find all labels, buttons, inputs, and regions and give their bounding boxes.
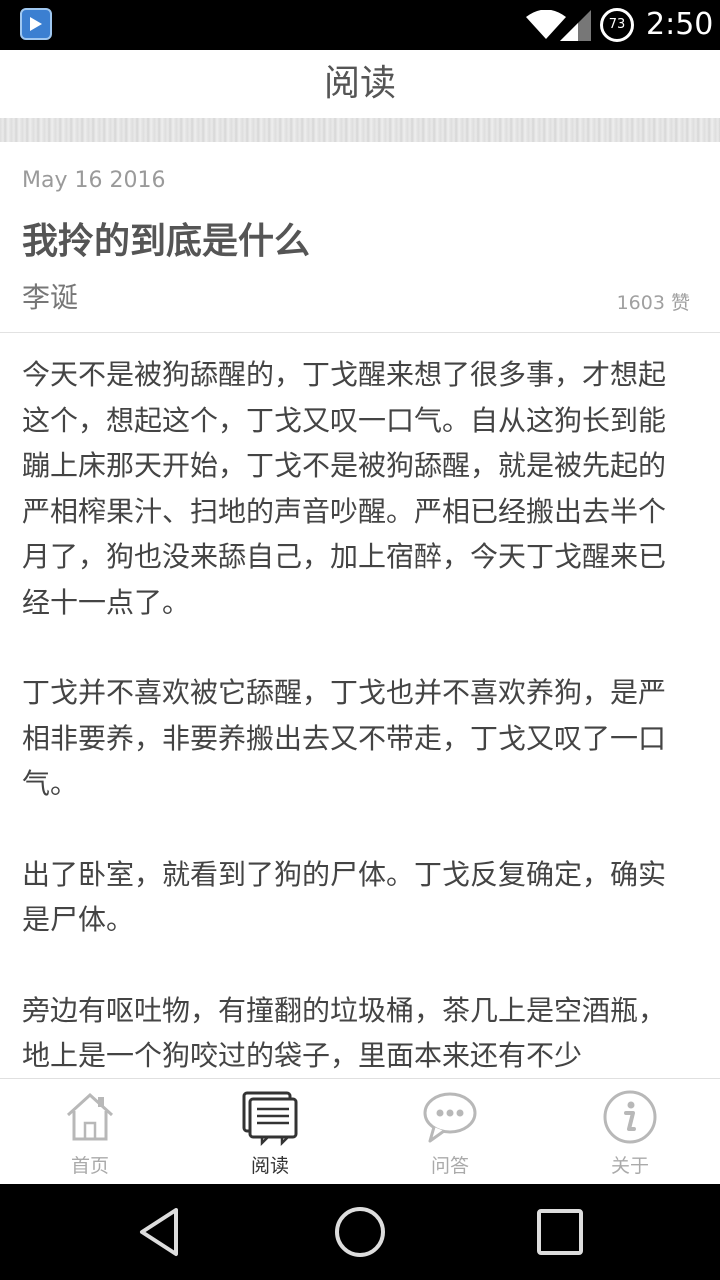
reading-icon xyxy=(242,1091,298,1147)
article-meta: May 16 2016 我拎的到底是什么 李诞 1603 赞 xyxy=(0,142,720,333)
page-title: 阅读 xyxy=(323,63,396,104)
header-divider xyxy=(0,118,720,142)
status-bar: 73 2:50 xyxy=(0,0,720,50)
article-title: 我拎的到底是什么 xyxy=(22,221,311,262)
nav-item-about[interactable]: 关于 xyxy=(540,1079,720,1185)
nav-item-qa[interactable]: 问答 xyxy=(360,1079,540,1185)
recents-icon[interactable] xyxy=(532,1204,588,1260)
app-header: 阅读 xyxy=(0,50,720,118)
article-paragraph: 旁边有呕吐物，有撞翻的垃圾桶，茶几上是空酒瓶，地上是一个狗咬过的袋子，里面本来还… xyxy=(22,993,667,1073)
home-icon xyxy=(66,1092,114,1141)
nav-item-reading[interactable]: 阅读 xyxy=(180,1079,360,1185)
nav-label: 关于 xyxy=(610,1155,649,1177)
nav-label: 阅读 xyxy=(250,1155,289,1177)
article-paragraph: 丁戈并不喜欢被它舔醒，丁戈也并不喜欢养狗，是严相非要养，非要养搬出去又不带走，丁… xyxy=(22,676,667,800)
back-icon[interactable] xyxy=(132,1204,188,1260)
bottom-nav: 首页 阅读 问答 关于 xyxy=(0,1078,720,1185)
article-paragraph: 出了卧室，就看到了狗的尸体。丁戈反复确定，确实是尸体。 xyxy=(22,857,667,937)
system-nav-bar xyxy=(0,1184,720,1280)
article-paragraph: 今天不是被狗舔醒的，丁戈醒来想了很多事，才想起这个，想起这个，丁戈又叹一口气。自… xyxy=(22,358,667,619)
article-date: May 16 2016 xyxy=(22,168,166,193)
home-button-icon[interactable] xyxy=(332,1204,388,1260)
nav-label: 问答 xyxy=(430,1155,469,1177)
info-icon xyxy=(603,1090,657,1144)
nav-item-home[interactable]: 首页 xyxy=(0,1079,180,1185)
status-time: 2:50 xyxy=(646,7,714,42)
article-body[interactable]: 今天不是被狗舔醒的，丁戈醒来想了很多事，才想起这个，想起这个，丁戈又叹一口气。自… xyxy=(22,352,692,1078)
app-icon xyxy=(20,8,52,40)
chat-bubble-icon xyxy=(423,1092,477,1143)
article-author[interactable]: 李诞 xyxy=(22,276,78,316)
nav-label: 首页 xyxy=(70,1155,109,1177)
battery-icon: 73 xyxy=(600,8,634,42)
like-count[interactable]: 1603 赞 xyxy=(617,288,690,315)
signal-icon xyxy=(560,10,591,41)
